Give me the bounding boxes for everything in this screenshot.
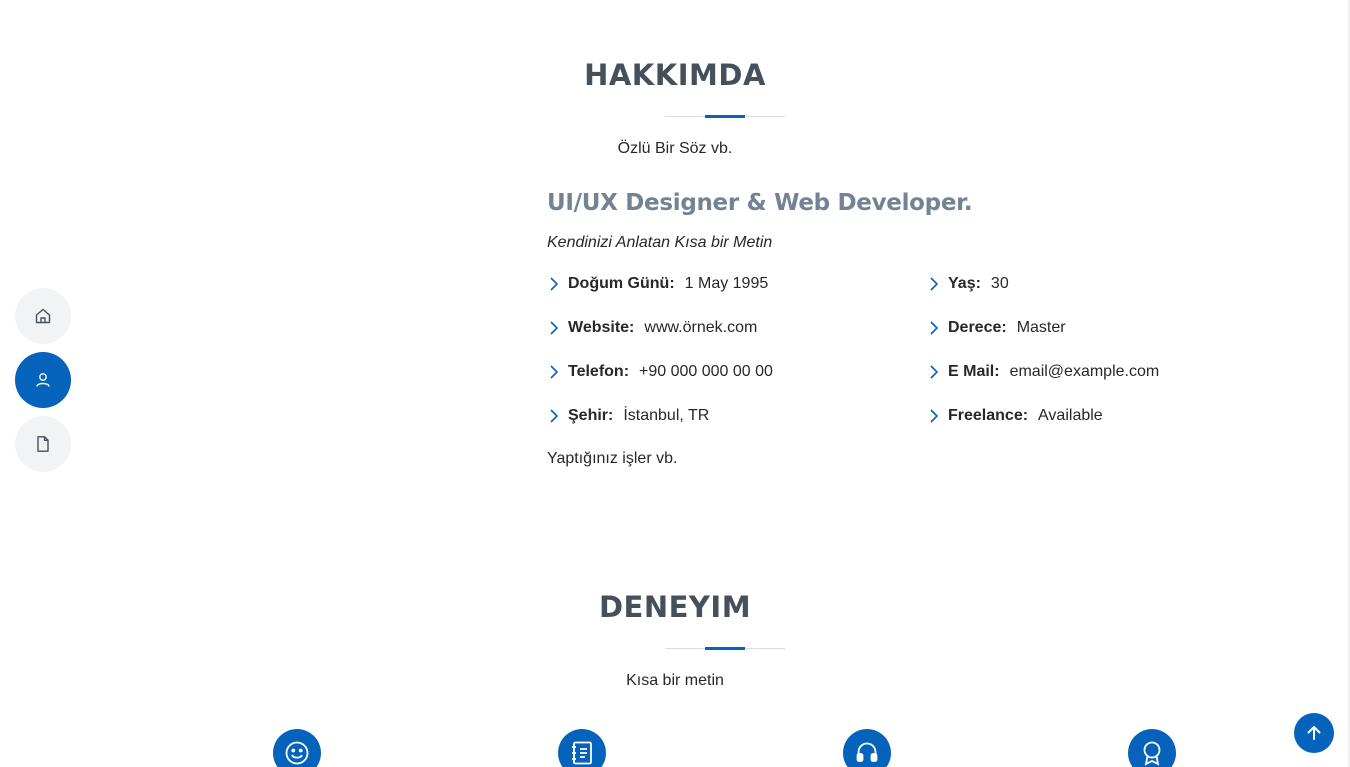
award-icon <box>1143 741 1161 766</box>
info-label: Freelance: <box>948 407 1029 424</box>
info-value: İstanbul, TR <box>623 407 710 424</box>
info-label: Yaş: <box>948 275 981 292</box>
experience-subtitle: Kısa bir metin <box>626 672 724 689</box>
info-label: E Mail: <box>948 363 1000 380</box>
arrow-up-icon <box>1307 726 1321 740</box>
info-email: E Mail: email@example.com <box>927 360 1159 384</box>
file-icon <box>37 436 49 452</box>
chevron-right-icon <box>550 365 559 379</box>
user-icon <box>36 373 50 387</box>
intro-text: Kendinizi Anlatan Kısa bir Metin <box>547 234 773 251</box>
info-website: Website: www.örnek.com <box>547 316 757 340</box>
info-phone: Telefon: +90 000 000 00 00 <box>547 360 773 384</box>
home-icon <box>35 308 51 324</box>
headset-icon <box>856 742 878 762</box>
nav-home-button[interactable] <box>15 288 71 344</box>
info-birthday: Doğum Günü: 1 May 1995 <box>547 272 768 296</box>
chevron-right-icon <box>930 365 939 379</box>
work-text: Yaptığınız işler vb. <box>547 450 678 467</box>
smile-icon <box>285 741 309 765</box>
info-value: 30 <box>990 275 1009 292</box>
info-value: +90 000 000 00 00 <box>639 363 773 380</box>
role-heading: UI/UX Designer & Web Developer. <box>547 190 973 216</box>
stat-journal <box>558 729 606 767</box>
info-label: Doğum Günü: <box>568 275 675 292</box>
info-value: www.örnek.com <box>644 319 758 336</box>
info-value: email@example.com <box>1009 363 1160 380</box>
info-label: Website: <box>568 319 635 336</box>
nav-about-button[interactable] <box>15 352 71 408</box>
about-subtitle: Özlü Bir Söz vb. <box>617 140 733 157</box>
about-title: HAKKIMDA <box>584 58 766 92</box>
info-value: Master <box>1016 319 1066 336</box>
back-to-top-button[interactable] <box>1294 713 1334 753</box>
journal-icon <box>572 741 592 765</box>
info-freelance: Freelance: Available <box>927 404 1103 428</box>
nav-resume-button[interactable] <box>15 416 71 472</box>
chevron-right-icon <box>930 321 939 335</box>
side-nav <box>15 288 71 480</box>
info-value: 1 May 1995 <box>684 275 769 292</box>
about-title-accent <box>705 115 745 118</box>
info-label: Telefon: <box>568 363 630 380</box>
experience-section-title-wrap: DENEYIM <box>0 590 1350 624</box>
stat-award <box>1128 729 1176 767</box>
info-age: Yaş: 30 <box>927 272 1009 296</box>
chevron-right-icon <box>550 321 559 335</box>
chevron-right-icon <box>930 409 939 423</box>
chevron-right-icon <box>930 277 939 291</box>
stat-headset <box>843 729 891 767</box>
chevron-right-icon <box>550 409 559 423</box>
experience-title-accent <box>705 647 745 650</box>
experience-title: DENEYIM <box>598 590 752 624</box>
info-label: Derece: <box>948 319 1007 336</box>
stat-smile <box>273 729 321 767</box>
info-value: Available <box>1038 407 1103 424</box>
info-city: Şehir: İstanbul, TR <box>547 404 709 428</box>
info-label: Şehir: <box>568 407 614 424</box>
chevron-right-icon <box>550 277 559 291</box>
info-degree: Derece: Master <box>927 316 1066 340</box>
about-section-title-wrap: HAKKIMDA <box>0 58 1350 92</box>
